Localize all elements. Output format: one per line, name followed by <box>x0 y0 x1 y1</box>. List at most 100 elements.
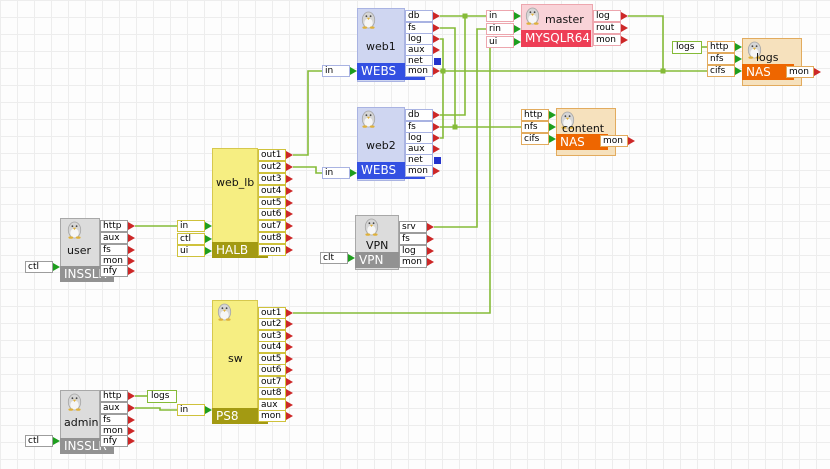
output-arrow-icon <box>128 392 135 400</box>
port-master-in[interactable]: in <box>486 10 514 22</box>
output-arrow-icon <box>128 404 135 412</box>
tux-icon <box>66 392 83 415</box>
port-web_lb-out8[interactable]: out8 <box>258 232 286 244</box>
port-vpn-mon[interactable]: mon <box>399 256 427 268</box>
output-arrow-icon <box>814 68 821 76</box>
port-web_lb-out2[interactable]: out2 <box>258 161 286 173</box>
port-admin-aux[interactable]: aux <box>100 402 128 414</box>
output-arrow-icon <box>286 210 293 218</box>
port-web2-mon[interactable]: mon <box>405 165 433 177</box>
port-logs-nfs[interactable]: nfs <box>707 53 735 65</box>
tux-icon <box>361 11 376 29</box>
port-user-aux[interactable]: aux <box>100 232 128 244</box>
port-web1-mon[interactable]: mon <box>405 65 433 77</box>
port-web_lb-out3[interactable]: out3 <box>258 173 286 185</box>
output-arrow-icon <box>286 234 293 242</box>
port-web_lb-ctl[interactable]: ctl <box>177 233 205 245</box>
node-type-badge-master: MYSQLR64 <box>521 30 591 47</box>
input-arrow-icon <box>350 169 357 177</box>
input-arrow-icon <box>53 437 60 445</box>
node-title-web1: web1 <box>366 40 396 53</box>
output-arrow-icon <box>621 12 628 20</box>
output-arrow-icon <box>286 187 293 195</box>
port-admin-http[interactable]: http <box>100 390 128 402</box>
port-master-mon[interactable]: mon <box>593 34 621 46</box>
node-title-vpn: VPN <box>366 239 389 252</box>
output-arrow-icon <box>128 222 135 230</box>
port-web_lb-out6[interactable]: out6 <box>258 208 286 220</box>
port-sw-out2[interactable]: out2 <box>258 318 286 330</box>
output-arrow-icon <box>128 427 135 435</box>
port-web2-in[interactable]: in <box>322 167 350 179</box>
output-arrow-icon <box>427 235 434 243</box>
port-vpn-srv[interactable]: srv <box>399 221 427 233</box>
port-web_lb-ui[interactable]: ui <box>177 245 205 257</box>
node-type-badge-vpn: VPN <box>355 252 401 268</box>
port-web_lb-mon[interactable]: mon <box>258 244 286 256</box>
wire-lb-out2-web2-in[interactable] <box>293 166 322 174</box>
port-content-nfs[interactable]: nfs <box>521 121 549 133</box>
port-sw-out6[interactable]: out6 <box>258 364 286 376</box>
wire-log-web1-web2[interactable] <box>440 38 444 139</box>
output-arrow-icon <box>128 246 135 254</box>
port-web_lb-out1[interactable]: out1 <box>258 149 286 161</box>
tux-icon <box>217 303 232 321</box>
port-logs-mon[interactable]: mon <box>786 66 814 78</box>
input-arrow-icon <box>348 254 355 262</box>
output-arrow-icon <box>286 151 293 159</box>
port-user-nfy[interactable]: nfy <box>100 265 128 277</box>
output-arrow-icon <box>433 24 440 32</box>
output-arrow-icon <box>286 378 293 386</box>
port-sw-in[interactable]: in <box>177 404 205 416</box>
port-content-mon[interactable]: mon <box>600 135 628 147</box>
port-sw-out8[interactable]: out8 <box>258 387 286 399</box>
output-arrow-icon <box>286 332 293 340</box>
node-title-logs: logs <box>756 51 779 64</box>
port-master-ui[interactable]: ui <box>486 36 514 48</box>
port-content-cifs[interactable]: cifs <box>521 133 549 145</box>
port-web1-db[interactable]: db <box>405 10 433 22</box>
cable-label-logs-tap-left[interactable]: logs <box>147 390 177 403</box>
input-arrow-icon <box>514 12 521 20</box>
port-user-ctl[interactable]: ctl <box>25 261 53 273</box>
port-master-rin[interactable]: rin <box>486 23 514 35</box>
output-arrow-icon <box>433 123 440 131</box>
port-sw-out4[interactable]: out4 <box>258 341 286 353</box>
output-arrow-icon <box>286 163 293 171</box>
input-arrow-icon <box>514 38 521 46</box>
port-logs-http[interactable]: http <box>707 41 735 53</box>
output-arrow-icon <box>621 36 628 44</box>
port-content-http[interactable]: http <box>521 109 549 121</box>
port-vpn-clt[interactable]: clt <box>320 252 348 264</box>
port-web1-in[interactable]: in <box>322 65 350 77</box>
output-arrow-icon <box>427 247 434 255</box>
port-web_lb-in[interactable]: in <box>177 220 205 232</box>
port-admin-ctl[interactable]: ctl <box>25 435 53 447</box>
wire-lb-out1-web1-in[interactable] <box>293 70 322 156</box>
port-master-log[interactable]: log <box>593 10 621 22</box>
wire-admin-aux-sw-in[interactable] <box>135 407 177 411</box>
diagram-canvas[interactable]: web1 WEBS in db fs log aux net mon web2 WEBS in db fs… <box>0 0 830 469</box>
tux-icon <box>216 302 233 325</box>
node-title-sw: sw <box>228 352 243 365</box>
output-arrow-icon <box>286 343 293 351</box>
port-master-rout[interactable]: rout <box>593 22 621 34</box>
output-arrow-icon <box>433 111 440 119</box>
cable-label-logs-tap-right[interactable]: logs <box>672 41 702 54</box>
port-logs-cifs[interactable]: cifs <box>707 65 735 77</box>
port-user-http[interactable]: http <box>100 220 128 232</box>
tux-icon <box>360 10 377 33</box>
port-web_lb-out4[interactable]: out4 <box>258 185 286 197</box>
output-arrow-icon <box>286 389 293 397</box>
port-admin-nfy[interactable]: nfy <box>100 435 128 447</box>
input-arrow-icon <box>205 406 212 414</box>
port-web2-db[interactable]: db <box>405 109 433 121</box>
wire-master-log-join[interactable] <box>628 15 664 71</box>
port-sw-mon[interactable]: mon <box>258 410 286 422</box>
port-web_lb-out7[interactable]: out7 <box>258 220 286 232</box>
node-title-master: master <box>545 13 584 26</box>
node-title-web2: web2 <box>366 139 396 152</box>
port-vpn-fs[interactable]: fs <box>399 233 427 245</box>
output-arrow-icon <box>628 137 635 145</box>
wire-vpn-srv-master-rin[interactable] <box>434 28 486 228</box>
